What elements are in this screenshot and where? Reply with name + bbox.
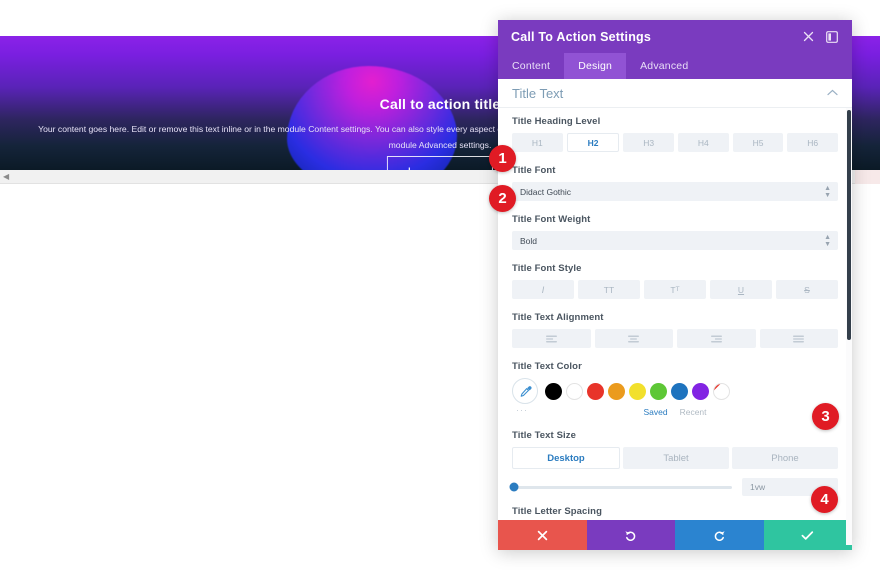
text-size-slider-knob[interactable] [509,482,519,492]
label-title-font-style: Title Font Style [512,263,582,274]
uppercase-icon[interactable]: TT [578,280,640,299]
undo-button[interactable] [586,520,675,550]
swatch-yellow[interactable] [629,382,646,400]
tab-design[interactable]: Design [564,53,627,79]
swatch-red[interactable] [587,382,604,400]
align-left-icon[interactable] [512,329,591,348]
heading-level-h2[interactable]: H2 [566,133,620,152]
section-title: Title Text [512,85,564,101]
modal-action-bar [498,520,852,550]
swatch-green[interactable] [650,382,667,400]
modal-title: Call To Action Settings [511,29,652,44]
heading-level-h3[interactable]: H3 [623,133,675,152]
heading-level-h4[interactable]: H4 [678,133,729,152]
capitalize-icon[interactable]: TT [644,280,706,299]
device-tab-tablet[interactable]: Tablet [623,447,729,469]
preview-right-edge [855,170,880,184]
collapse-left-chevron-icon[interactable]: ◀ [3,172,9,182]
chevron-up-icon[interactable] [827,88,838,98]
font-style-segmented-control: I TT TT U S [512,280,838,299]
device-tab-phone[interactable]: Phone [732,447,838,469]
text-size-slider-track[interactable] [509,482,732,492]
field-title-heading-level: Title Heading Level H1 H2 H3 H4 H5 H6 [512,116,839,152]
swatch-blue[interactable] [671,382,688,400]
field-title-font-weight: Title Font Weight Bold ▲ ▼ [512,214,838,250]
swatch-none[interactable] [713,382,730,400]
screen-root: Call to action title Your content goes h… [0,0,880,570]
cta-settings-modal: Call To Action Settings Content Design A… [498,20,852,550]
field-title-font-style: Title Font Style I TT TT U S [512,263,838,299]
title-font-weight-select[interactable]: Bold ▲ ▼ [512,231,838,250]
align-right-icon[interactable] [677,329,756,348]
text-size-device-tabs: Desktop Tablet Phone [512,447,838,469]
modal-tab-bar: Content Design Advanced [498,53,852,79]
callout-badge-1: 1 [489,145,516,172]
select-arrows-icon: ▲ ▼ [824,233,831,248]
text-size-slider-row: 1vw [509,478,838,496]
color-swatch-row [512,378,838,404]
heading-level-h5[interactable]: H5 [732,133,784,152]
recent-colors-tab[interactable]: Recent [680,407,707,417]
check-icon [801,530,814,540]
swatch-orange[interactable] [608,382,625,400]
modal-header: Call To Action Settings [498,20,852,53]
heading-level-h6[interactable]: H6 [787,133,839,152]
field-title-text-size: Title Text Size Desktop Tablet Phone 1vw [509,430,838,496]
field-title-text-color: Title Text Color ··· Saved Recent [512,361,838,417]
label-title-text-color: Title Text Color [512,361,582,372]
tab-content[interactable]: Content [498,53,564,79]
title-font-weight-value: Bold [520,235,538,246]
strikethrough-icon[interactable]: S [776,280,838,299]
label-title-font-weight: Title Font Weight [512,214,591,225]
swatch-black[interactable] [545,382,562,400]
callout-badge-2: 2 [489,185,516,212]
field-title-text-alignment: Title Text Alignment [512,312,838,348]
text-alignment-segmented-control [512,329,838,348]
cancel-button[interactable] [498,520,587,550]
field-title-font: Title Font Didact Gothic ▲ ▼ [512,165,838,201]
title-font-value: Didact Gothic [520,186,572,197]
x-icon [537,530,547,540]
select-arrows-icon: ▲ ▼ [824,184,831,199]
redo-button[interactable] [675,520,764,550]
undo-icon [625,530,636,541]
section-header-title-text[interactable]: Title Text [498,79,852,108]
heading-level-h1[interactable]: H1 [512,133,563,152]
device-tab-desktop[interactable]: Desktop [512,447,620,469]
italic-icon[interactable]: I [512,280,574,299]
save-button[interactable] [763,520,852,550]
tab-advanced[interactable]: Advanced [626,53,702,79]
saved-colors-tab[interactable]: Saved [643,407,667,417]
heading-level-segmented-control: H1 H2 H3 H4 H5 H6 [512,133,839,152]
redo-icon [714,530,725,541]
callout-badge-3: 3 [812,403,839,430]
field-title-letter-spacing: Title Letter Spacing 0px [512,506,838,520]
settings-scrollbar[interactable] [846,108,852,545]
align-center-icon[interactable] [594,329,673,348]
settings-scroll-area[interactable]: Title Heading Level H1 H2 H3 H4 H5 H6 Ti… [498,108,852,520]
underline-icon[interactable]: U [710,280,772,299]
title-font-select[interactable]: Didact Gothic ▲ ▼ [512,182,838,201]
label-title-heading-level: Title Heading Level [512,116,601,127]
cta-learn-more-button[interactable]: learn more [386,156,494,170]
settings-scrollbar-thumb[interactable] [847,110,851,340]
align-justify-icon[interactable] [759,329,838,348]
label-title-text-size: Title Text Size [512,430,576,441]
saved-recent-tabs: Saved Recent [512,407,838,417]
close-icon[interactable] [798,27,818,47]
label-title-font: Title Font [512,165,556,176]
swatch-purple[interactable] [692,382,709,400]
callout-badge-4: 4 [811,486,838,513]
label-title-letter-spacing: Title Letter Spacing [512,506,602,517]
label-title-text-alignment: Title Text Alignment [512,312,604,323]
eyedropper-icon[interactable] [512,378,538,404]
panel-layout-icon[interactable] [822,27,842,47]
swatch-white[interactable] [566,382,583,400]
